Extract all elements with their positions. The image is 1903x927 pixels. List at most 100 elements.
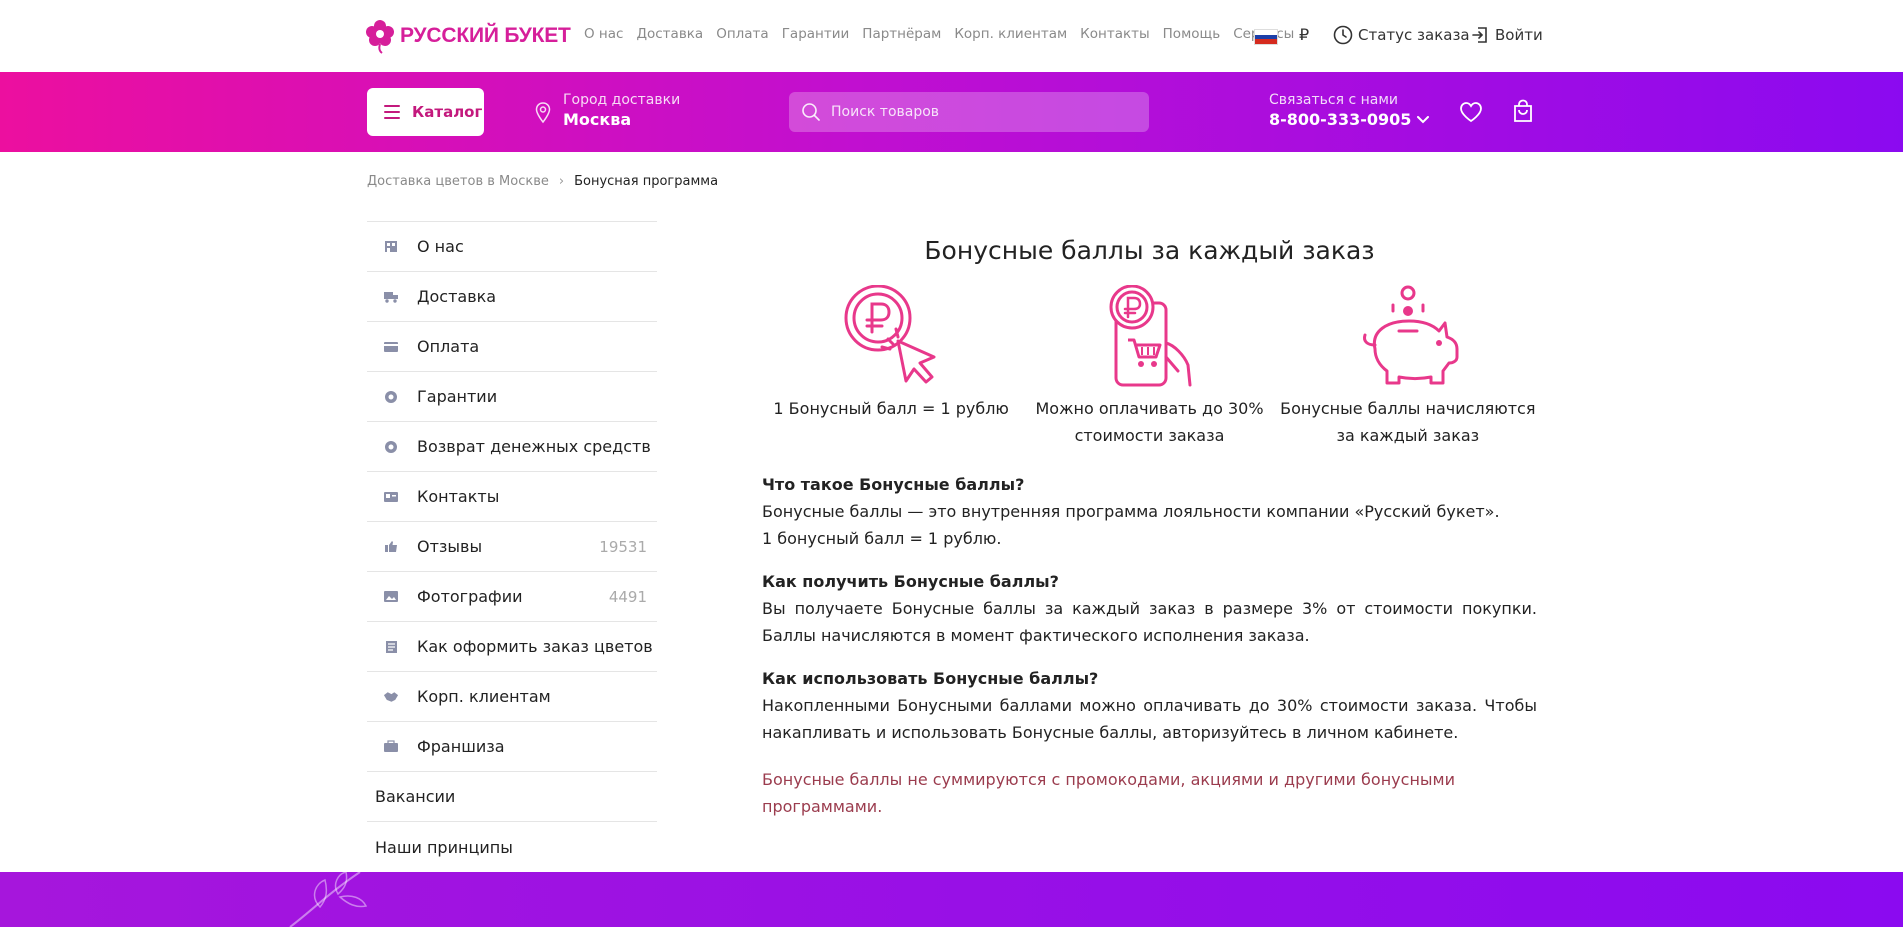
topnav-link-payment[interactable]: Оплата	[716, 26, 769, 42]
sidebar-item-label: Франшиза	[417, 737, 505, 756]
brand-logo[interactable]: РУССКИЙ БУКЕТ	[366, 18, 571, 54]
main-header: Каталог Город доставки Москва Связаться …	[0, 72, 1903, 152]
sidebar-item-vacancies[interactable]: Вакансии	[367, 772, 657, 822]
sidebar-item-label: Корп. клиентам	[417, 687, 551, 706]
sidebar-item-delivery[interactable]: Доставка	[367, 272, 657, 322]
sidebar-item-label: Доставка	[417, 287, 497, 306]
topnav-link-partners[interactable]: Партнёрам	[862, 26, 941, 42]
sidebar-item-photos[interactable]: Фотографии 4491	[367, 572, 657, 622]
sidebar-item-label: О нас	[417, 237, 464, 256]
search-input[interactable]	[831, 104, 1131, 120]
heart-icon	[1460, 102, 1482, 123]
login-icon	[1472, 27, 1487, 43]
order-status-label: Статус заказа	[1358, 26, 1470, 44]
sidebar-item-label: Наши принципы	[375, 837, 513, 857]
topnav-link-about[interactable]: О нас	[584, 26, 623, 42]
brand-name: РУССКИЙ БУКЕТ	[400, 24, 571, 47]
leaf-decoration-icon	[289, 872, 368, 927]
breadcrumb-current: Бонусная программа	[574, 174, 719, 189]
reviews-count: 19531	[599, 537, 647, 556]
main-content: Бонусные баллы за каждый заказ 1 Бонусны…	[762, 236, 1537, 820]
section-text: Бонусные баллы — это внутренняя программ…	[762, 502, 1500, 521]
section-text: 1 бонусный балл = 1 рублю.	[762, 529, 1002, 548]
sidebar-item-payment[interactable]: Оплата	[367, 322, 657, 372]
breadcrumb: Доставка цветов в Москве › Бонусная прог…	[367, 174, 718, 189]
feature-item: Бонусные баллы начисляются за каждый зак…	[1279, 285, 1537, 449]
clock-icon	[1333, 25, 1353, 45]
topnav-link-contacts[interactable]: Контакты	[1080, 26, 1149, 42]
catalog-button[interactable]: Каталог	[367, 88, 484, 136]
russia-flag-icon[interactable]	[1254, 29, 1278, 45]
chevron-down-icon	[1417, 115, 1430, 123]
flower-logo-icon	[366, 20, 394, 54]
top-bar: РУССКИЙ БУКЕТ О нас Доставка Оплата Гара…	[0, 0, 1903, 72]
feature-text: 1 Бонусный балл = 1 рублю	[773, 399, 1009, 418]
photos-count: 4491	[608, 587, 647, 606]
contact-block[interactable]: Связаться с нами 8-800-333-0905	[1269, 92, 1430, 129]
faq-section-how-to-use: Как использовать Бонусные баллы? Накопле…	[762, 665, 1537, 746]
sidebar-item-contacts[interactable]: Контакты	[367, 472, 657, 522]
piggy-bank-icon	[1362, 285, 1459, 385]
faq-section-how-to-get: Как получить Бонусные баллы? Вы получает…	[762, 568, 1537, 649]
section-title: Как получить Бонусные баллы?	[762, 572, 1059, 591]
contact-card-icon	[383, 490, 399, 504]
sidebar-item-reviews[interactable]: Отзывы 19531	[367, 522, 657, 572]
menu-icon	[384, 105, 400, 119]
thumbs-up-icon	[383, 540, 399, 554]
sidebar-item-label: Контакты	[417, 487, 500, 506]
feature-item: 1 Бонусный балл = 1 рублю	[762, 285, 1020, 449]
cart-button[interactable]	[1512, 99, 1534, 127]
sidebar-item-franchise[interactable]: Франшиза	[367, 722, 657, 772]
feature-text: Бонусные баллы начисляются за каждый зак…	[1280, 399, 1536, 445]
sidebar-item-guarantees[interactable]: Гарантии	[367, 372, 657, 422]
page-title: Бонусные баллы за каждый заказ	[924, 236, 1375, 265]
sidebar-item-label: Оплата	[417, 337, 480, 356]
favorites-button[interactable]	[1459, 101, 1483, 127]
sidebar-item-how-to-order[interactable]: Как оформить заказ цветов	[367, 622, 657, 672]
ruble-coin-cursor-icon	[844, 285, 936, 384]
catalog-label: Каталог	[412, 103, 483, 121]
sidebar-item-label: Вакансии	[375, 787, 456, 806]
refund-icon	[383, 440, 399, 454]
topnav-link-corporate[interactable]: Корп. клиентам	[954, 26, 1067, 42]
delivery-city-selector[interactable]: Город доставки Москва	[535, 92, 680, 129]
delivery-icon	[383, 290, 399, 304]
feature-list: 1 Бонусный балл = 1 рублю Можно оплачива…	[762, 285, 1537, 449]
sidebar-item-principles[interactable]: Наши принципы	[367, 822, 657, 872]
topnav-link-guarantees[interactable]: Гарантии	[782, 26, 850, 42]
city-value: Москва	[563, 110, 632, 129]
login-link[interactable]: Войти	[1470, 25, 1543, 45]
feature-text: Можно оплачивать до 30% стоимости заказа	[1035, 399, 1264, 445]
breadcrumb-link-home[interactable]: Доставка цветов в Москве	[367, 174, 549, 189]
sidebar-item-label: Отзывы	[417, 537, 483, 556]
sidebar-item-about[interactable]: О нас	[367, 222, 657, 272]
faq-section-what: Что такое Бонусные баллы? Бонусные баллы…	[762, 471, 1537, 552]
contact-label: Связаться с нами	[1269, 92, 1398, 108]
sidebar-item-corporate[interactable]: Корп. клиентам	[367, 672, 657, 722]
topnav-link-help[interactable]: Помощь	[1163, 26, 1221, 42]
section-text: Накопленными Бонусными баллами можно опл…	[762, 696, 1537, 742]
top-navigation: О нас Доставка Оплата Гарантии Партнёрам…	[584, 26, 1294, 42]
section-title: Что такое Бонусные баллы?	[762, 475, 1025, 494]
order-list-icon	[383, 640, 399, 654]
sidebar-menu: О нас Доставка Оплата Гарантии Возврат д…	[367, 221, 657, 872]
shopping-bag-icon	[1514, 99, 1532, 122]
contact-phone[interactable]: 8-800-333-0905	[1269, 110, 1430, 129]
footer-band	[0, 872, 1903, 927]
sidebar-item-label: Гарантии	[417, 387, 498, 406]
building-icon	[383, 240, 399, 254]
wallet-icon	[383, 340, 399, 354]
currency-selector[interactable]: ₽	[1299, 25, 1309, 44]
sidebar-item-label: Как оформить заказ цветов	[417, 637, 653, 656]
search-icon	[802, 103, 820, 121]
chevron-right-icon: ›	[558, 174, 565, 189]
search-box[interactable]	[789, 92, 1149, 132]
topnav-link-delivery[interactable]: Доставка	[636, 26, 703, 42]
phone-cart-ruble-icon	[1109, 285, 1192, 387]
sidebar-item-label: Возврат денежных средств	[417, 437, 651, 456]
login-label: Войти	[1495, 26, 1543, 44]
feature-item: Можно оплачивать до 30% стоимости заказа	[1020, 285, 1278, 449]
sidebar-item-refund[interactable]: Возврат денежных средств	[367, 422, 657, 472]
order-status-link[interactable]: Статус заказа	[1333, 25, 1470, 45]
section-text: Вы получаете Бонусные баллы за каждый за…	[762, 599, 1537, 645]
